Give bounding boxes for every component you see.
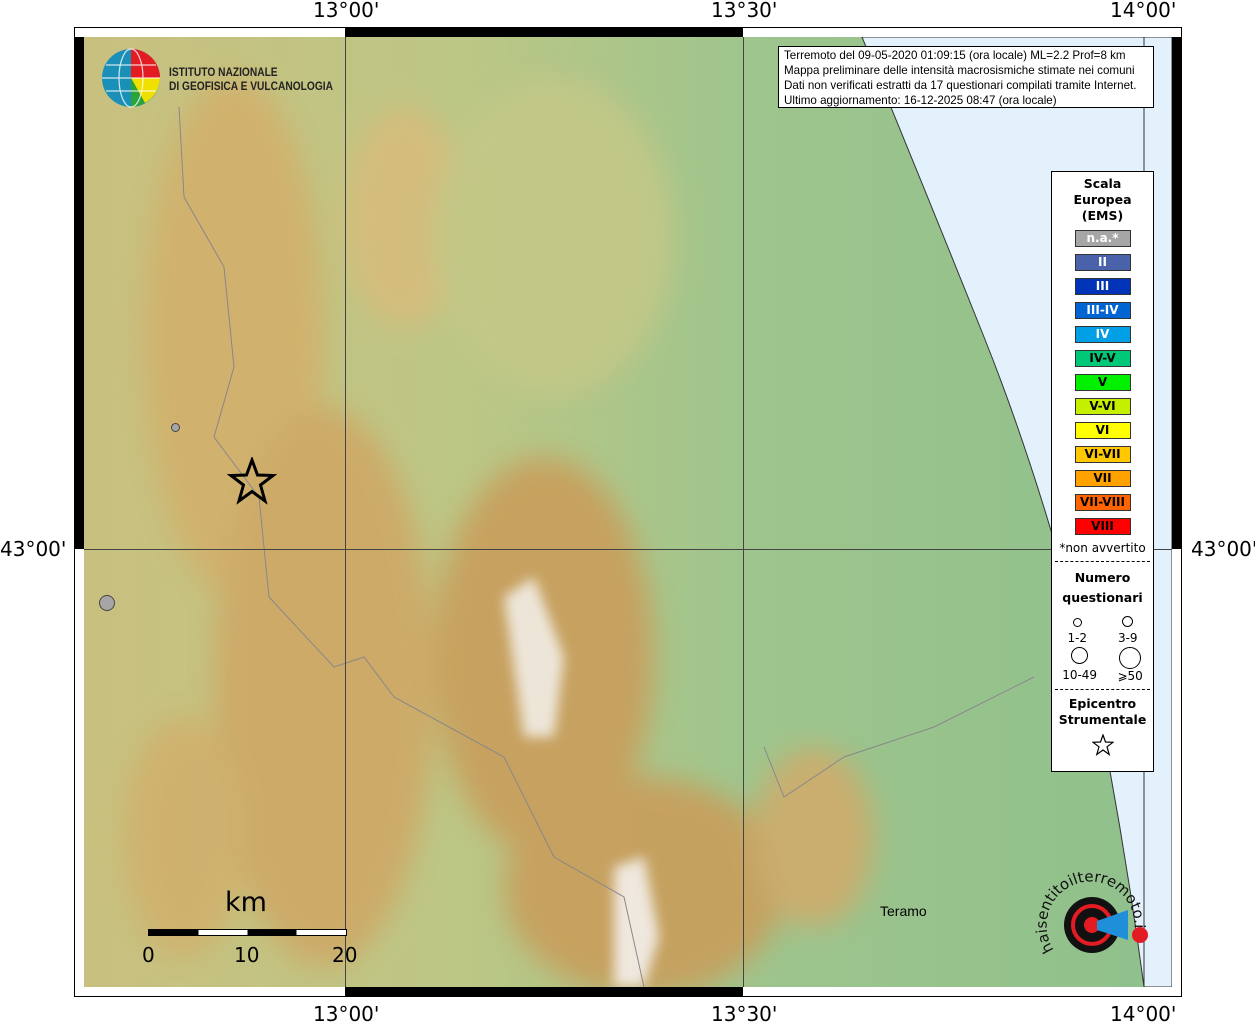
circle-xlarge-icon <box>1119 647 1142 669</box>
legend: Scala Europea (EMS) n.a.* II III III-IV IV IV… <box>1051 171 1154 772</box>
intensity-swatch: III <box>1074 278 1131 295</box>
scalebar-label-20: 20 <box>332 943 358 967</box>
count-title-1: Numero <box>1074 570 1131 585</box>
haisentito-logo: haisentitoilterremoto.it <box>1032 867 1148 956</box>
intensity-swatch: III-IV <box>1074 302 1131 319</box>
intensity-swatch: VIII <box>1074 518 1131 535</box>
count-title-2: questionari <box>1062 590 1143 605</box>
place-label-teramo: Teramo <box>880 903 927 919</box>
intensity-map[interactable]: Teramo km 0 10 20 ISTITUTO NAZIONALE DI … <box>84 37 1172 987</box>
intensity-swatch: II <box>1074 254 1131 271</box>
legend-divider <box>1055 561 1150 562</box>
epicenter-title-1: Epicentro <box>1068 696 1137 711</box>
legend-divider <box>1055 689 1150 690</box>
lat-tick-right-4300: 43°00' <box>1191 537 1255 561</box>
intensity-scale: n.a.* II III III-IV IV IV-V V V-VI VI VI-VII VII VI… <box>1052 230 1153 535</box>
circle-medium-icon <box>1122 616 1134 627</box>
circle-large-icon <box>1071 647 1089 664</box>
count-label-4: ⩾50 <box>1117 669 1143 683</box>
count-label-1: 1-2 <box>1067 631 1088 645</box>
gridline-lon-1330 <box>743 37 744 987</box>
globe-icon <box>102 48 160 108</box>
intensity-point[interactable] <box>99 595 115 611</box>
scalebar <box>148 929 347 936</box>
lon-tick-bottom-1330: 13°30' <box>711 1002 778 1026</box>
scalebar-label-10: 10 <box>234 943 260 967</box>
gridline-lat-4300 <box>84 549 1172 550</box>
terrain-background <box>84 37 1172 987</box>
lon-tick-top-1300: 13°00' <box>313 0 380 22</box>
lon-tick-bottom-1300: 13°00' <box>313 1002 380 1026</box>
intensity-swatch: V <box>1074 374 1131 391</box>
intensity-point[interactable] <box>171 423 180 432</box>
legend-title-3: (EMS) <box>1081 208 1124 223</box>
epicenter-title-2: Strumentale <box>1058 712 1147 727</box>
intensity-swatch: IV-V <box>1074 350 1131 367</box>
lon-tick-top-1330: 13°30' <box>711 0 778 22</box>
ingv-logo: ISTITUTO NAZIONALE DI GEOFISICA E VULCAN… <box>101 47 333 113</box>
gridline-lon-1300 <box>345 37 346 987</box>
frame-bar-right <box>1172 37 1182 549</box>
legend-note: *non avvertito <box>1059 541 1146 555</box>
intensity-swatch: VI <box>1074 422 1131 439</box>
scalebar-unit: km <box>225 887 267 918</box>
lon-tick-bottom-1400: 14°00' <box>1110 1002 1177 1026</box>
star-icon <box>1090 733 1115 757</box>
legend-title-1: Scala <box>1083 176 1122 191</box>
info-line-1: Terremoto del 09-05-2020 01:09:15 (ora l… <box>784 49 1126 62</box>
info-line-2: Mappa preliminare delle intensità macros… <box>784 64 1135 77</box>
intensity-swatch: VI-VII <box>1074 446 1131 463</box>
ingv-logo-line2: DI GEOFISICA E VULCANOLOGIA <box>169 79 333 93</box>
circle-small-icon <box>1072 618 1082 627</box>
lat-tick-left-4300: 43°00' <box>0 537 67 561</box>
info-line-3: Dati non verificati estratti da 17 quest… <box>784 79 1137 92</box>
frame-bar-top <box>345 27 743 37</box>
count-label-3: 10-49 <box>1062 668 1098 682</box>
intensity-swatch: VII <box>1074 470 1131 487</box>
ingv-logo-line1: ISTITUTO NAZIONALE <box>169 65 278 79</box>
lon-tick-top-1400: 14°00' <box>1110 0 1177 22</box>
info-line-4: Ultimo aggiornamento: 16-12-2025 08:47 (… <box>784 94 1057 107</box>
intensity-swatch: IV <box>1074 326 1131 343</box>
intensity-swatch: VII-VIII <box>1074 494 1131 511</box>
intensity-swatch: n.a.* <box>1074 230 1131 247</box>
frame-bar-left <box>74 37 84 549</box>
frame-bar-bottom <box>345 987 743 997</box>
count-label-2: 3-9 <box>1117 631 1138 645</box>
legend-title-2: Europea <box>1073 192 1132 207</box>
scalebar-label-0: 0 <box>142 943 155 967</box>
event-info-box: Terremoto del 09-05-2020 01:09:15 (ora l… <box>778 46 1154 108</box>
epicenter-star-icon[interactable] <box>227 457 277 505</box>
intensity-swatch: V-VI <box>1074 398 1131 415</box>
